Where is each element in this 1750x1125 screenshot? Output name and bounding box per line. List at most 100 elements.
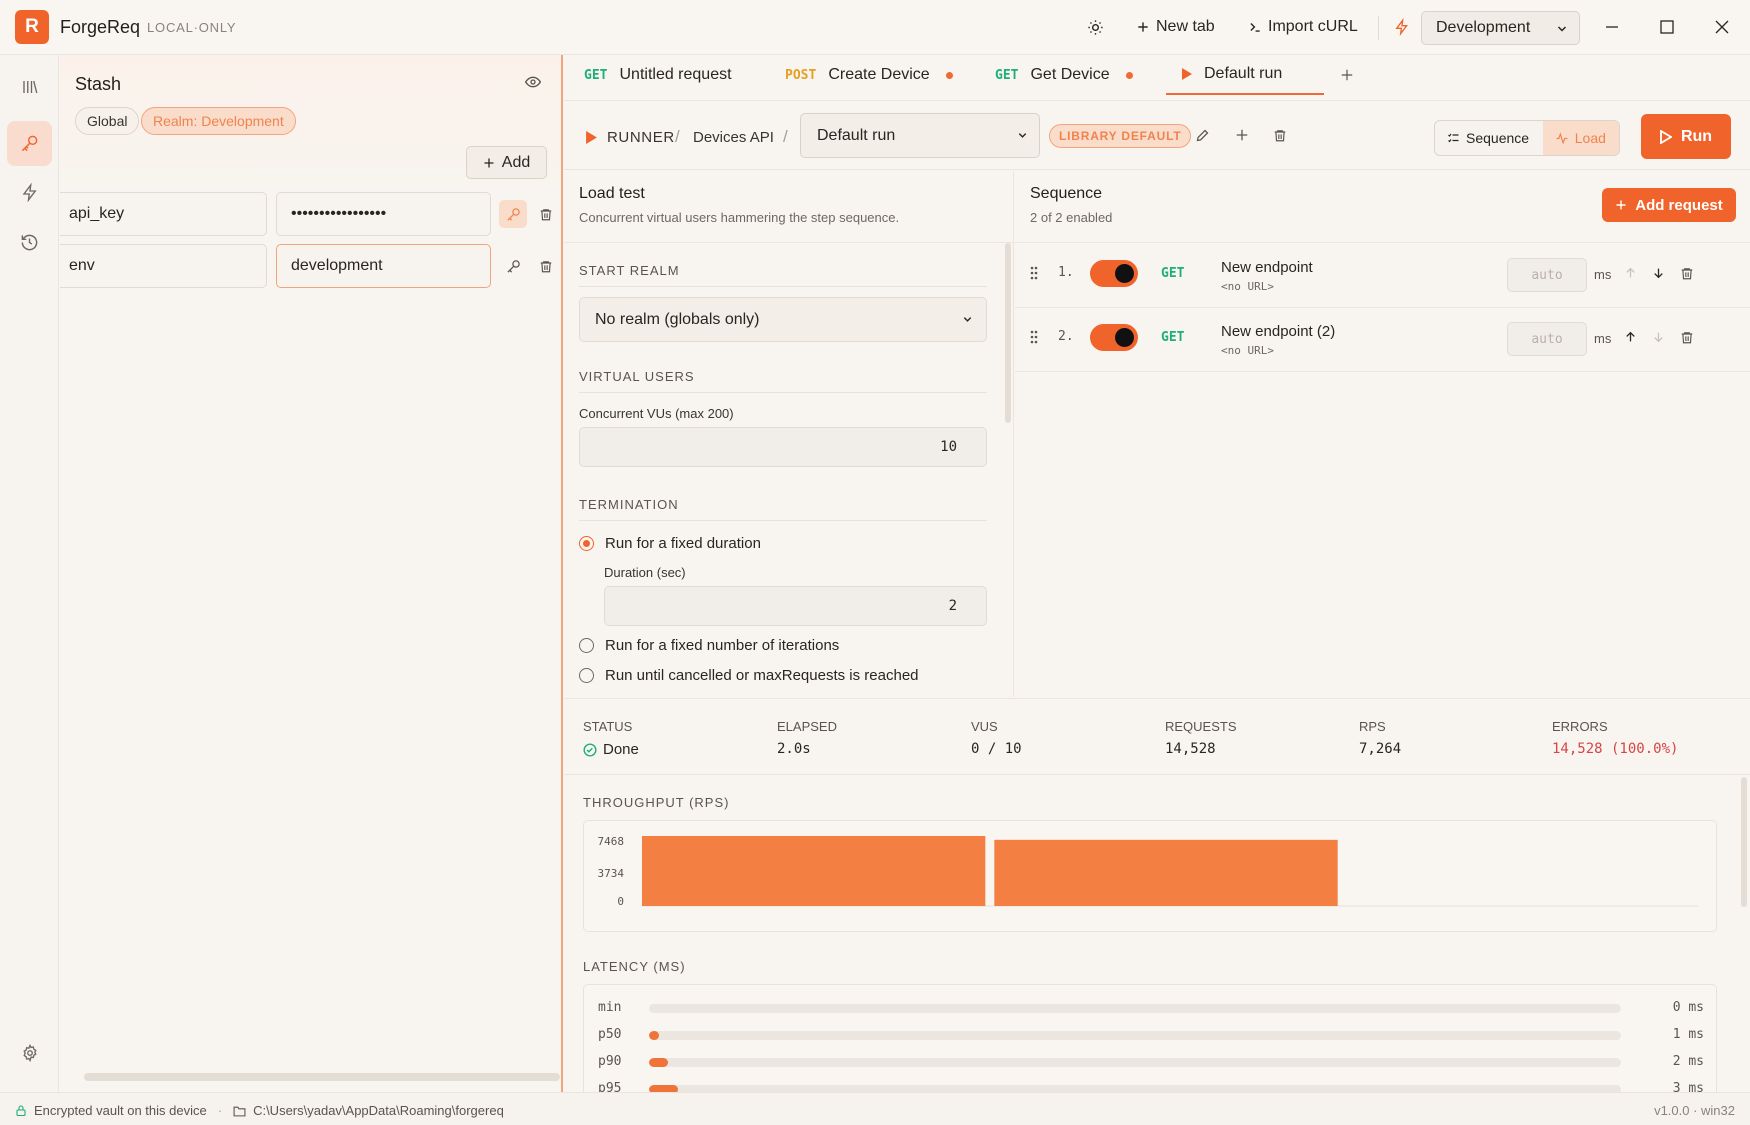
radio-until-cancelled[interactable]: Run until cancelled or maxRequests is re… (579, 667, 919, 684)
radio-button[interactable] (579, 668, 594, 683)
step-url: <no URL> (1221, 280, 1274, 293)
breadcrumb-collection[interactable]: Devices API (693, 129, 774, 146)
stat-value: 0 / 10 (971, 741, 1022, 757)
radio-button[interactable] (579, 536, 594, 551)
delete-variable-button[interactable] (532, 200, 560, 228)
environment-select[interactable]: Development (1421, 11, 1580, 45)
add-request-button[interactable]: Add request (1602, 188, 1736, 222)
load-test-subtitle: Concurrent virtual users hammering the s… (579, 210, 900, 225)
vertical-scrollbar[interactable] (1741, 777, 1747, 907)
stat-label: VUS (971, 719, 998, 734)
breadcrumb-separator: / (783, 127, 788, 146)
tab-get-device[interactable]: GET Get Device (995, 55, 1133, 95)
duration-label: Duration (sec) (604, 565, 686, 580)
delete-variable-button[interactable] (532, 252, 560, 280)
sequence-step: 2. GET New endpoint (2) <no URL> auto ms (1015, 308, 1750, 372)
rail-history-button[interactable] (7, 220, 52, 265)
unsaved-dot (945, 71, 953, 79)
tab-create-device[interactable]: POST Create Device (785, 55, 953, 95)
variable-value-input[interactable]: ••••••••••••••••• (276, 192, 491, 236)
trash-icon[interactable] (1680, 330, 1694, 345)
vertical-scrollbar[interactable] (1005, 243, 1011, 423)
step-delay-unit: ms (1594, 331, 1612, 346)
breadcrumb-runner[interactable]: RUNNER (607, 129, 675, 146)
scope-chip-realm[interactable]: Realm: Development (141, 107, 296, 135)
maximize-button[interactable] (1656, 16, 1678, 38)
rail-library-button[interactable] (7, 64, 52, 109)
new-tab-button[interactable]: New tab (1136, 15, 1215, 39)
run-button[interactable]: Run (1641, 114, 1731, 159)
rail-runner-button[interactable] (7, 170, 52, 215)
rail-settings-button[interactable] (7, 1030, 52, 1075)
horizontal-scrollbar[interactable] (84, 1073, 560, 1081)
import-curl-button[interactable]: Import cURL (1248, 15, 1358, 39)
new-run-button[interactable] (1235, 128, 1249, 142)
add-variable-button[interactable]: Add (466, 146, 547, 179)
variable-key-input[interactable]: env (60, 244, 267, 288)
vault-path[interactable]: C:\Users\yadav\AppData\Roaming\forgereq (253, 1103, 504, 1118)
drag-handle-icon[interactable] (1030, 266, 1038, 280)
add-tab-button[interactable] (1340, 55, 1354, 95)
tab-method: GET (995, 67, 1019, 83)
trash-icon[interactable] (1680, 266, 1694, 281)
history-icon (21, 234, 38, 251)
secret-toggle-button[interactable] (499, 200, 527, 228)
run-button-label: Run (1680, 127, 1713, 145)
load-test-title: Load test (579, 185, 645, 202)
stat-label: ERRORS (1552, 719, 1608, 734)
latency-row: min 0 ms (584, 998, 1716, 1018)
scope-chip-global[interactable]: Global (75, 107, 140, 135)
variable-key-input[interactable]: api_key (60, 192, 267, 236)
start-realm-select[interactable]: No realm (globals only) (579, 297, 987, 342)
radio-fixed-duration[interactable]: Run for a fixed duration (579, 535, 761, 552)
lock-icon (16, 1105, 26, 1117)
rename-run-button[interactable] (1195, 128, 1210, 143)
latency-track (649, 1004, 1621, 1013)
arrow-down-icon[interactable] (1652, 330, 1665, 344)
step-delay-input[interactable]: auto (1507, 322, 1587, 356)
rail-stash-button[interactable] (7, 121, 52, 166)
duration-input[interactable]: 2 (604, 586, 987, 626)
step-delay-input[interactable]: auto (1507, 258, 1587, 292)
arrow-down-icon[interactable] (1652, 266, 1665, 280)
step-enabled-toggle[interactable] (1090, 260, 1138, 287)
latency-label: p50 (598, 1027, 622, 1042)
drag-handle-icon[interactable] (1030, 330, 1038, 344)
concurrent-vus-input[interactable]: 10 (579, 427, 987, 467)
app-version-text: v1.0.0 · win32 (1654, 1103, 1735, 1118)
footer-separator: · (217, 1103, 223, 1118)
start-realm-heading: START REALM (579, 263, 987, 287)
tab-untitled-request[interactable]: GET Untitled request (584, 55, 732, 95)
delete-run-button[interactable] (1273, 128, 1287, 143)
new-tab-label: New tab (1156, 18, 1215, 35)
step-name: New endpoint (1221, 259, 1313, 276)
run-select[interactable]: Default run (800, 113, 1040, 158)
radio-fixed-iterations[interactable]: Run for a fixed number of iterations (579, 637, 839, 654)
key-icon (21, 135, 38, 152)
app-name: ForgeReq (60, 17, 141, 37)
mode-sequence-button[interactable]: Sequence (1435, 121, 1543, 155)
theme-toggle-button[interactable] (1087, 15, 1104, 39)
radio-button[interactable] (579, 638, 594, 653)
tab-default-run[interactable]: Default run (1166, 55, 1324, 95)
key-icon (506, 207, 520, 221)
latency-row: p50 1 ms (584, 1025, 1716, 1045)
throughput-bar (642, 836, 986, 906)
unsaved-dot (1125, 71, 1133, 79)
stat-label: REQUESTS (1165, 719, 1237, 734)
step-enabled-toggle[interactable] (1090, 324, 1138, 351)
secret-toggle-button[interactable] (499, 252, 527, 280)
arrow-up-icon[interactable] (1624, 330, 1637, 344)
latency-value: 0 ms (1672, 1000, 1704, 1015)
variable-value-input[interactable]: development (276, 244, 491, 288)
minimize-button[interactable] (1601, 16, 1623, 38)
arrow-up-icon[interactable] (1624, 266, 1637, 280)
step-delay-unit: ms (1594, 267, 1612, 282)
add-variable-label: Add (501, 153, 531, 171)
mode-load-button[interactable]: Load (1542, 121, 1619, 155)
close-window-button[interactable] (1711, 16, 1733, 38)
latency-title: LATENCY (MS) (583, 959, 686, 974)
start-realm-value: No realm (globals only) (595, 310, 760, 328)
latency-label: min (598, 1000, 622, 1015)
reveal-values-button[interactable] (525, 75, 541, 89)
